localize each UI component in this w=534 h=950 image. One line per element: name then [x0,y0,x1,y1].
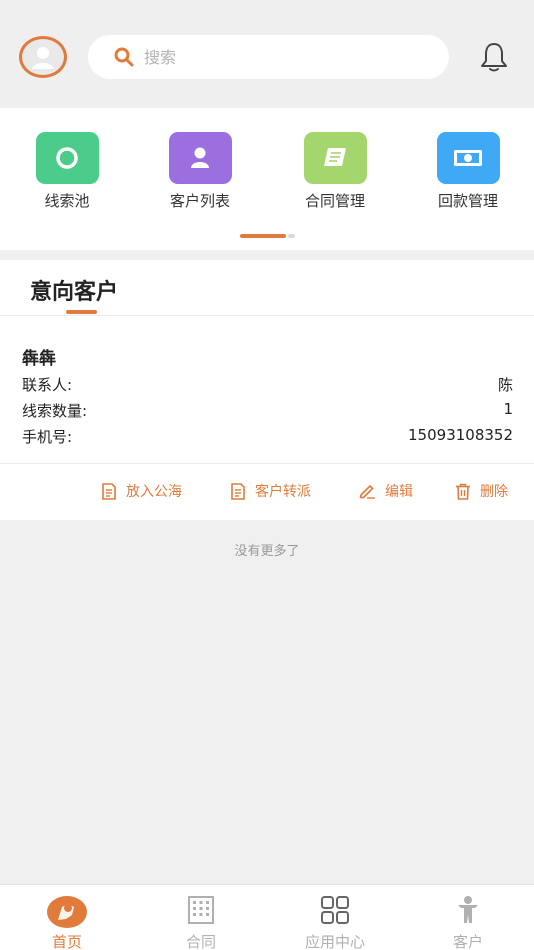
tab-label: 首页 [51,933,82,950]
document-icon [102,482,116,500]
contact-row: 联系人: 陈 [22,374,513,396]
list-end-text: 没有更多了 [234,544,300,559]
notification-button[interactable] [478,40,510,74]
phone-row: 手机号: 15093108352 [22,426,513,448]
search-bar[interactable] [88,35,449,79]
phone-value: 15093108352 [408,426,513,444]
leads-row: 线索数量: 1 [22,400,513,422]
quick-item-leads-pool[interactable]: 线索池 [17,132,117,211]
tab-contract[interactable]: 合同 [134,885,268,950]
search-icon [114,47,134,67]
customer-actions: 放入公海 客户转派 编辑 删除 [0,481,534,503]
page-indicator-dot [288,234,295,238]
book-icon [303,132,367,184]
edit-button[interactable]: 编辑 [358,481,413,501]
leads-value: 1 [503,400,513,418]
bell-icon [481,43,507,72]
pencil-icon [359,485,375,499]
building-icon [187,895,215,929]
transfer-customer-button[interactable]: 客户转派 [230,481,311,501]
trash-icon [456,483,470,500]
contact-label: 联系人: [22,376,73,394]
section-title-underline [66,310,97,314]
search-input[interactable] [144,47,424,67]
apps-icon [320,895,350,929]
quick-item-payment-management[interactable]: 回款管理 [418,132,518,211]
page-indicator-active [240,234,286,238]
quick-item-customer-list[interactable]: 客户列表 [150,132,250,211]
phone-label: 手机号: [22,428,73,446]
move-to-pool-label: 放入公海 [126,484,182,500]
tab-label: 合同 [185,933,216,950]
leads-label: 线索数量: [22,402,88,420]
quick-item-label: 线索池 [44,192,90,210]
quick-item-contract-management[interactable]: 合同管理 [285,132,385,211]
edit-label: 编辑 [385,484,413,500]
banknote-icon [436,132,500,184]
tab-label: 客户 [452,933,483,950]
divider [0,315,534,316]
circle-icon [35,132,99,184]
document-icon [231,482,245,500]
user-avatar[interactable] [19,36,67,78]
contact-value: 陈 [497,376,513,394]
transfer-customer-label: 客户转派 [255,484,311,500]
delete-label: 删除 [480,484,508,500]
tab-customer[interactable]: 客户 [401,885,534,950]
home-icon [46,895,88,933]
customer-name: 犇犇 [22,349,56,369]
divider [0,463,534,464]
customer-icon [455,895,481,929]
tab-home[interactable]: 首页 [0,885,134,950]
quick-menu: 线索池 客户列表 合同管理 回款管理 [0,108,534,250]
delete-button[interactable]: 删除 [455,481,508,501]
header [0,0,534,106]
quick-item-label: 合同管理 [304,192,365,210]
user-icon [32,47,54,69]
section-title: 意向客户 [30,280,119,305]
quick-item-label: 回款管理 [437,192,498,210]
quick-item-label: 客户列表 [169,192,230,210]
bottom-tab-bar: 首页 合同 应用中心 客户 [0,884,534,950]
intended-customers-section: 意向客户 犇犇 联系人: 陈 线索数量: 1 手机号: 15093108352 … [0,260,534,520]
person-icon [168,132,232,184]
tab-app-center[interactable]: 应用中心 [268,885,402,950]
tab-label: 应用中心 [304,933,365,950]
move-to-pool-button[interactable]: 放入公海 [101,481,182,501]
